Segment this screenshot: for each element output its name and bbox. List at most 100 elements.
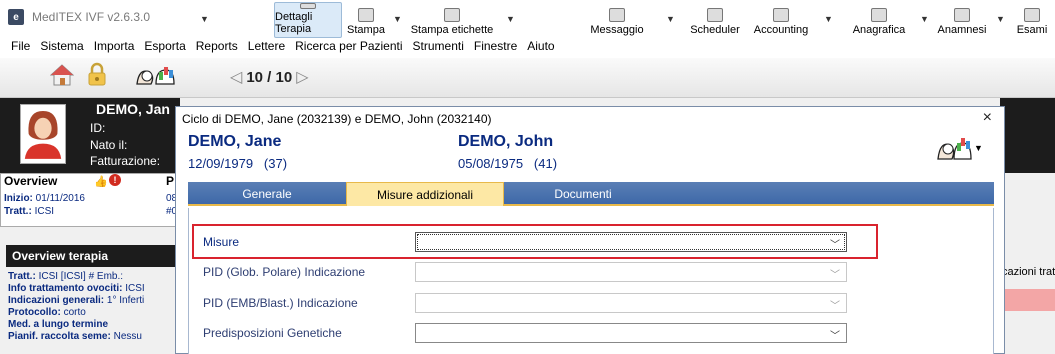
- ovt-line: Protocollo: corto: [8, 307, 86, 318]
- male-dob: 05/08/1975: [458, 156, 524, 171]
- couple-dropdown-arrow[interactable]: ▼: [974, 143, 983, 153]
- misure-label: Misure: [203, 235, 240, 249]
- scheduler-button[interactable]: Scheduler: [688, 2, 742, 38]
- menu-esporta[interactable]: Esporta: [139, 39, 190, 53]
- calendar-icon: [707, 8, 723, 22]
- close-icon[interactable]: ×: [983, 109, 992, 127]
- home-icon[interactable]: [50, 64, 74, 86]
- menu-aiuto[interactable]: Aiuto: [522, 39, 559, 53]
- ovt-label: Pianif. raccolta seme:: [8, 331, 111, 342]
- window-title: MedITEX IVF v2.6.3.0: [32, 10, 151, 24]
- anamnesi-dropdown-arrow[interactable]: ▼: [996, 14, 1005, 24]
- printer-labels-icon: [444, 8, 460, 22]
- dettagli-terapia-label: Dettagli Terapia: [275, 11, 313, 35]
- predisposizioni-label: Predisposizioni Genetiche: [203, 326, 342, 340]
- tab-generale[interactable]: Generale: [188, 182, 346, 206]
- messaggio-label: Messaggio: [590, 24, 644, 36]
- app-window: e MedITEX IVF v2.6.3.0 ↔ File Sistema Im…: [0, 0, 1055, 354]
- anagrafica-dropdown-arrow[interactable]: ▼: [920, 14, 929, 24]
- anamnesi-button[interactable]: Anamnesi: [936, 2, 988, 38]
- ovt-label: Info trattamento ovociti:: [8, 283, 123, 294]
- ovt-line: Med. a lungo termine: [8, 319, 108, 330]
- ovt-label: Indicazioni generali:: [8, 295, 105, 306]
- menu-lettere[interactable]: Lettere: [243, 39, 290, 53]
- overview-title: Overview: [4, 174, 58, 188]
- pid-emb-select[interactable]: ﹀: [415, 293, 847, 313]
- overview-terapia-header: Overview terapia: [6, 245, 180, 267]
- anagrafica-label: Anagrafica: [852, 24, 906, 36]
- tratt-label: Tratt.:: [4, 206, 32, 217]
- accounting-dropdown-arrow[interactable]: ▼: [824, 14, 833, 24]
- ovt-label: Tratt.:: [8, 271, 36, 282]
- anamnesi-label: Anamnesi: [937, 24, 987, 36]
- tab-content: Misure ﹀ PID (Glob. Polare) Indicazione …: [188, 208, 994, 354]
- female-patient-name: DEMO, Jane: [188, 133, 282, 150]
- ovt-line: Pianif. raccolta seme: Nessu: [8, 331, 142, 342]
- medical-record-icon: [954, 8, 970, 22]
- menu-strumenti[interactable]: Strumenti: [408, 39, 469, 53]
- couple-icon[interactable]: [936, 135, 974, 163]
- menu-reports[interactable]: Reports: [191, 39, 243, 53]
- overview-tratt: Tratt.: ICSI: [4, 206, 54, 217]
- search-document-icon: [300, 3, 316, 9]
- menu-file[interactable]: File: [6, 39, 35, 53]
- pid-polare-select[interactable]: ﹀: [415, 262, 847, 282]
- avatar: [20, 104, 66, 164]
- messaggio-button[interactable]: Messaggio: [586, 2, 648, 38]
- previous-cycle-icon[interactable]: ◁: [230, 67, 242, 87]
- patient-header-right: [1000, 98, 1055, 173]
- messaggio-dropdown-arrow[interactable]: ▼: [666, 14, 675, 24]
- chevron-down-icon: ﹀: [830, 331, 840, 342]
- lock-icon[interactable]: [86, 62, 108, 86]
- misure-select[interactable]: ﹀: [415, 232, 847, 252]
- ovt-line: Indicazioni generali: 1° Inferti: [8, 295, 144, 306]
- tab-documenti[interactable]: Documenti: [504, 182, 662, 206]
- tab-misure-addizionali[interactable]: Misure addizionali: [346, 182, 504, 206]
- stampa-label: Stampa: [347, 24, 385, 36]
- ovt-value: ICSI: [125, 283, 145, 294]
- printer-icon: [358, 8, 374, 22]
- female-dob: 12/09/1979: [188, 156, 254, 171]
- predisposizioni-select[interactable]: ﹀: [415, 323, 847, 343]
- accounting-button[interactable]: Accounting: [750, 2, 812, 38]
- ovt-label: Med. a lungo termine: [8, 319, 109, 330]
- female-patient-info: 12/09/1979 (37): [188, 156, 287, 171]
- patient-dob-label: Nato il:: [90, 138, 128, 152]
- etichette-dropdown-arrow[interactable]: ▼: [506, 14, 515, 24]
- stampa-button[interactable]: Stampa: [346, 2, 386, 38]
- id-card-icon: [871, 8, 887, 22]
- menu-finestre[interactable]: Finestre: [469, 39, 522, 53]
- couple-icon[interactable]: [134, 64, 178, 88]
- menu-importa[interactable]: Importa: [89, 39, 140, 53]
- patient-name: DEMO, Jan: [96, 101, 170, 117]
- cycle-navigator: ◁ 10 / 10 ▷: [226, 67, 313, 87]
- thumbs-up-icon: 👍: [94, 176, 108, 188]
- menu-ricerca-pazienti[interactable]: Ricerca per Pazienti: [290, 39, 407, 53]
- stampa-dropdown-arrow[interactable]: ▼: [393, 14, 402, 24]
- stampa-etichette-button[interactable]: Stampa etichette: [406, 2, 498, 38]
- lab-icon: [1024, 8, 1040, 22]
- chevron-down-icon: ﹀: [830, 270, 840, 281]
- next-cycle-icon[interactable]: ▷: [296, 67, 308, 87]
- inizio-label: Inizio:: [4, 193, 33, 204]
- cycle-dialog: Ciclo di DEMO, Jane (2032139) e DEMO, Jo…: [175, 106, 1005, 354]
- pid-emb-label: PID (EMB/Blast.) Indicazione: [203, 296, 358, 310]
- overview-inizio: Inizio: 01/11/2016: [4, 193, 85, 204]
- profile-dropdown-arrow[interactable]: ▼: [200, 14, 209, 24]
- chevron-down-icon: ﹀: [830, 301, 840, 312]
- anagrafica-button[interactable]: Anagrafica: [846, 2, 912, 38]
- ovt-value: ICSI [ICSI] # Emb.:: [38, 271, 124, 282]
- patient-id-label: ID:: [90, 121, 106, 135]
- menu-sistema[interactable]: Sistema: [35, 39, 88, 53]
- chevron-down-icon: ﹀: [830, 240, 840, 251]
- ovt-value: Nessu: [113, 331, 142, 342]
- background-right-text: cazioni trat: [1002, 266, 1055, 278]
- message-icon: [609, 8, 625, 22]
- esami-button[interactable]: Esami: [1012, 2, 1052, 38]
- dettagli-terapia-button[interactable]: Dettagli Terapia: [274, 2, 342, 38]
- inizio-value: 01/11/2016: [35, 193, 85, 204]
- male-patient-info: 05/08/1975 (41): [458, 156, 557, 171]
- patient-billing-label: Fatturazione:: [90, 154, 161, 168]
- overview-p-label: P: [166, 174, 175, 188]
- accounting-label: Accounting: [753, 24, 809, 36]
